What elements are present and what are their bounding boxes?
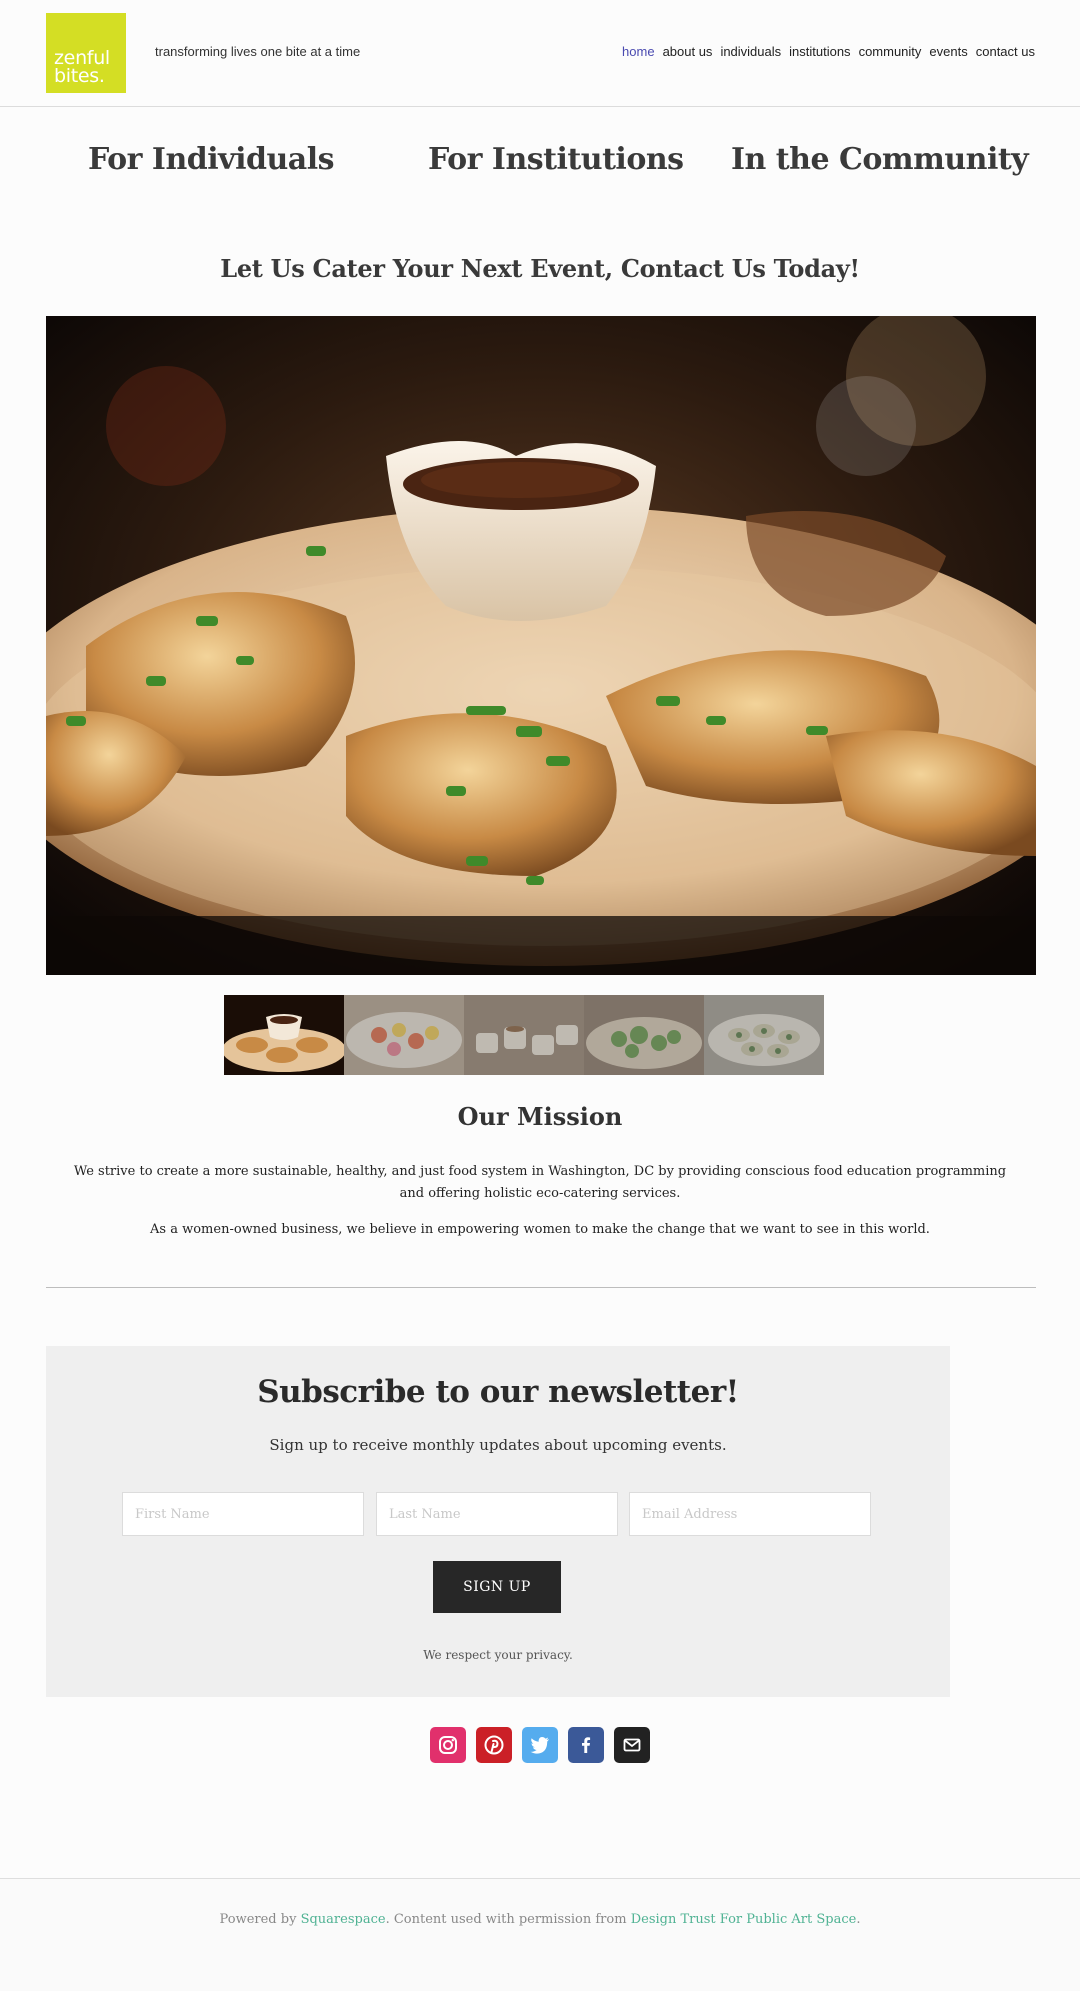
facebook-icon[interactable]	[568, 1727, 604, 1763]
newsletter-block: Subscribe to our newsletter! Sign up to …	[46, 1346, 950, 1697]
gallery-thumbnails	[224, 995, 824, 1075]
mission-paragraph-2: As a women-owned business, we believe in…	[150, 1222, 930, 1237]
thumbnail-2[interactable]	[344, 995, 464, 1075]
nav-events[interactable]: events	[929, 44, 967, 59]
email-input[interactable]	[629, 1492, 871, 1536]
mission-paragraph-1: We strive to create a more sustainable, …	[73, 1164, 1007, 1201]
thumbnail-4[interactable]	[584, 995, 704, 1075]
squarespace-link[interactable]: Squarespace	[301, 1912, 386, 1927]
logo-text-line2: bites.	[54, 65, 105, 87]
link-in-the-community[interactable]: In the Community	[731, 142, 1029, 177]
sign-up-button[interactable]: SIGN UP	[433, 1561, 561, 1613]
first-name-input[interactable]	[122, 1492, 364, 1536]
thumbnail-3[interactable]	[464, 995, 584, 1075]
nav-community[interactable]: community	[859, 44, 922, 59]
design-trust-link[interactable]: Design Trust For Public Art Space	[631, 1912, 857, 1927]
newsletter-subtitle: Sign up to receive monthly updates about…	[269, 1436, 727, 1454]
nav-institutions[interactable]: institutions	[789, 44, 850, 59]
email-icon[interactable]	[614, 1727, 650, 1763]
footer-text: Powered by Squarespace. Content used wit…	[0, 1912, 1080, 1927]
newsletter-title: Subscribe to our newsletter!	[257, 1374, 739, 1410]
cta-heading: Let Us Cater Your Next Event, Contact Us…	[220, 254, 860, 283]
main-nav: home about us individuals institutions c…	[622, 44, 1035, 59]
hero-image[interactable]	[46, 316, 1036, 975]
nav-individuals[interactable]: individuals	[720, 44, 781, 59]
thumbnail-1-active[interactable]	[224, 995, 344, 1075]
link-for-institutions[interactable]: For Institutions	[428, 142, 684, 177]
last-name-input[interactable]	[376, 1492, 618, 1536]
divider	[46, 1287, 1036, 1288]
link-for-individuals[interactable]: For Individuals	[88, 142, 334, 177]
nav-home[interactable]: home	[622, 44, 655, 59]
social-links	[430, 1727, 650, 1763]
footer-suffix: .	[856, 1912, 861, 1927]
pinterest-icon[interactable]	[476, 1727, 512, 1763]
nav-contact-us[interactable]: contact us	[976, 44, 1035, 59]
privacy-note: We respect your privacy.	[423, 1648, 573, 1662]
nav-about-us[interactable]: about us	[663, 44, 713, 59]
mission-title: Our Mission	[457, 1102, 623, 1131]
site-header: zenful bites. transforming lives one bit…	[0, 0, 1080, 107]
footer-middle: . Content used with permission from	[385, 1912, 627, 1927]
instagram-icon[interactable]	[430, 1727, 466, 1763]
twitter-icon[interactable]	[522, 1727, 558, 1763]
thumbnail-5[interactable]	[704, 995, 824, 1075]
tagline: transforming lives one bite at a time	[155, 44, 361, 59]
logo[interactable]: zenful bites.	[46, 13, 126, 93]
site-footer: Powered by Squarespace. Content used wit…	[0, 1878, 1080, 1991]
footer-prefix: Powered by	[219, 1912, 297, 1927]
